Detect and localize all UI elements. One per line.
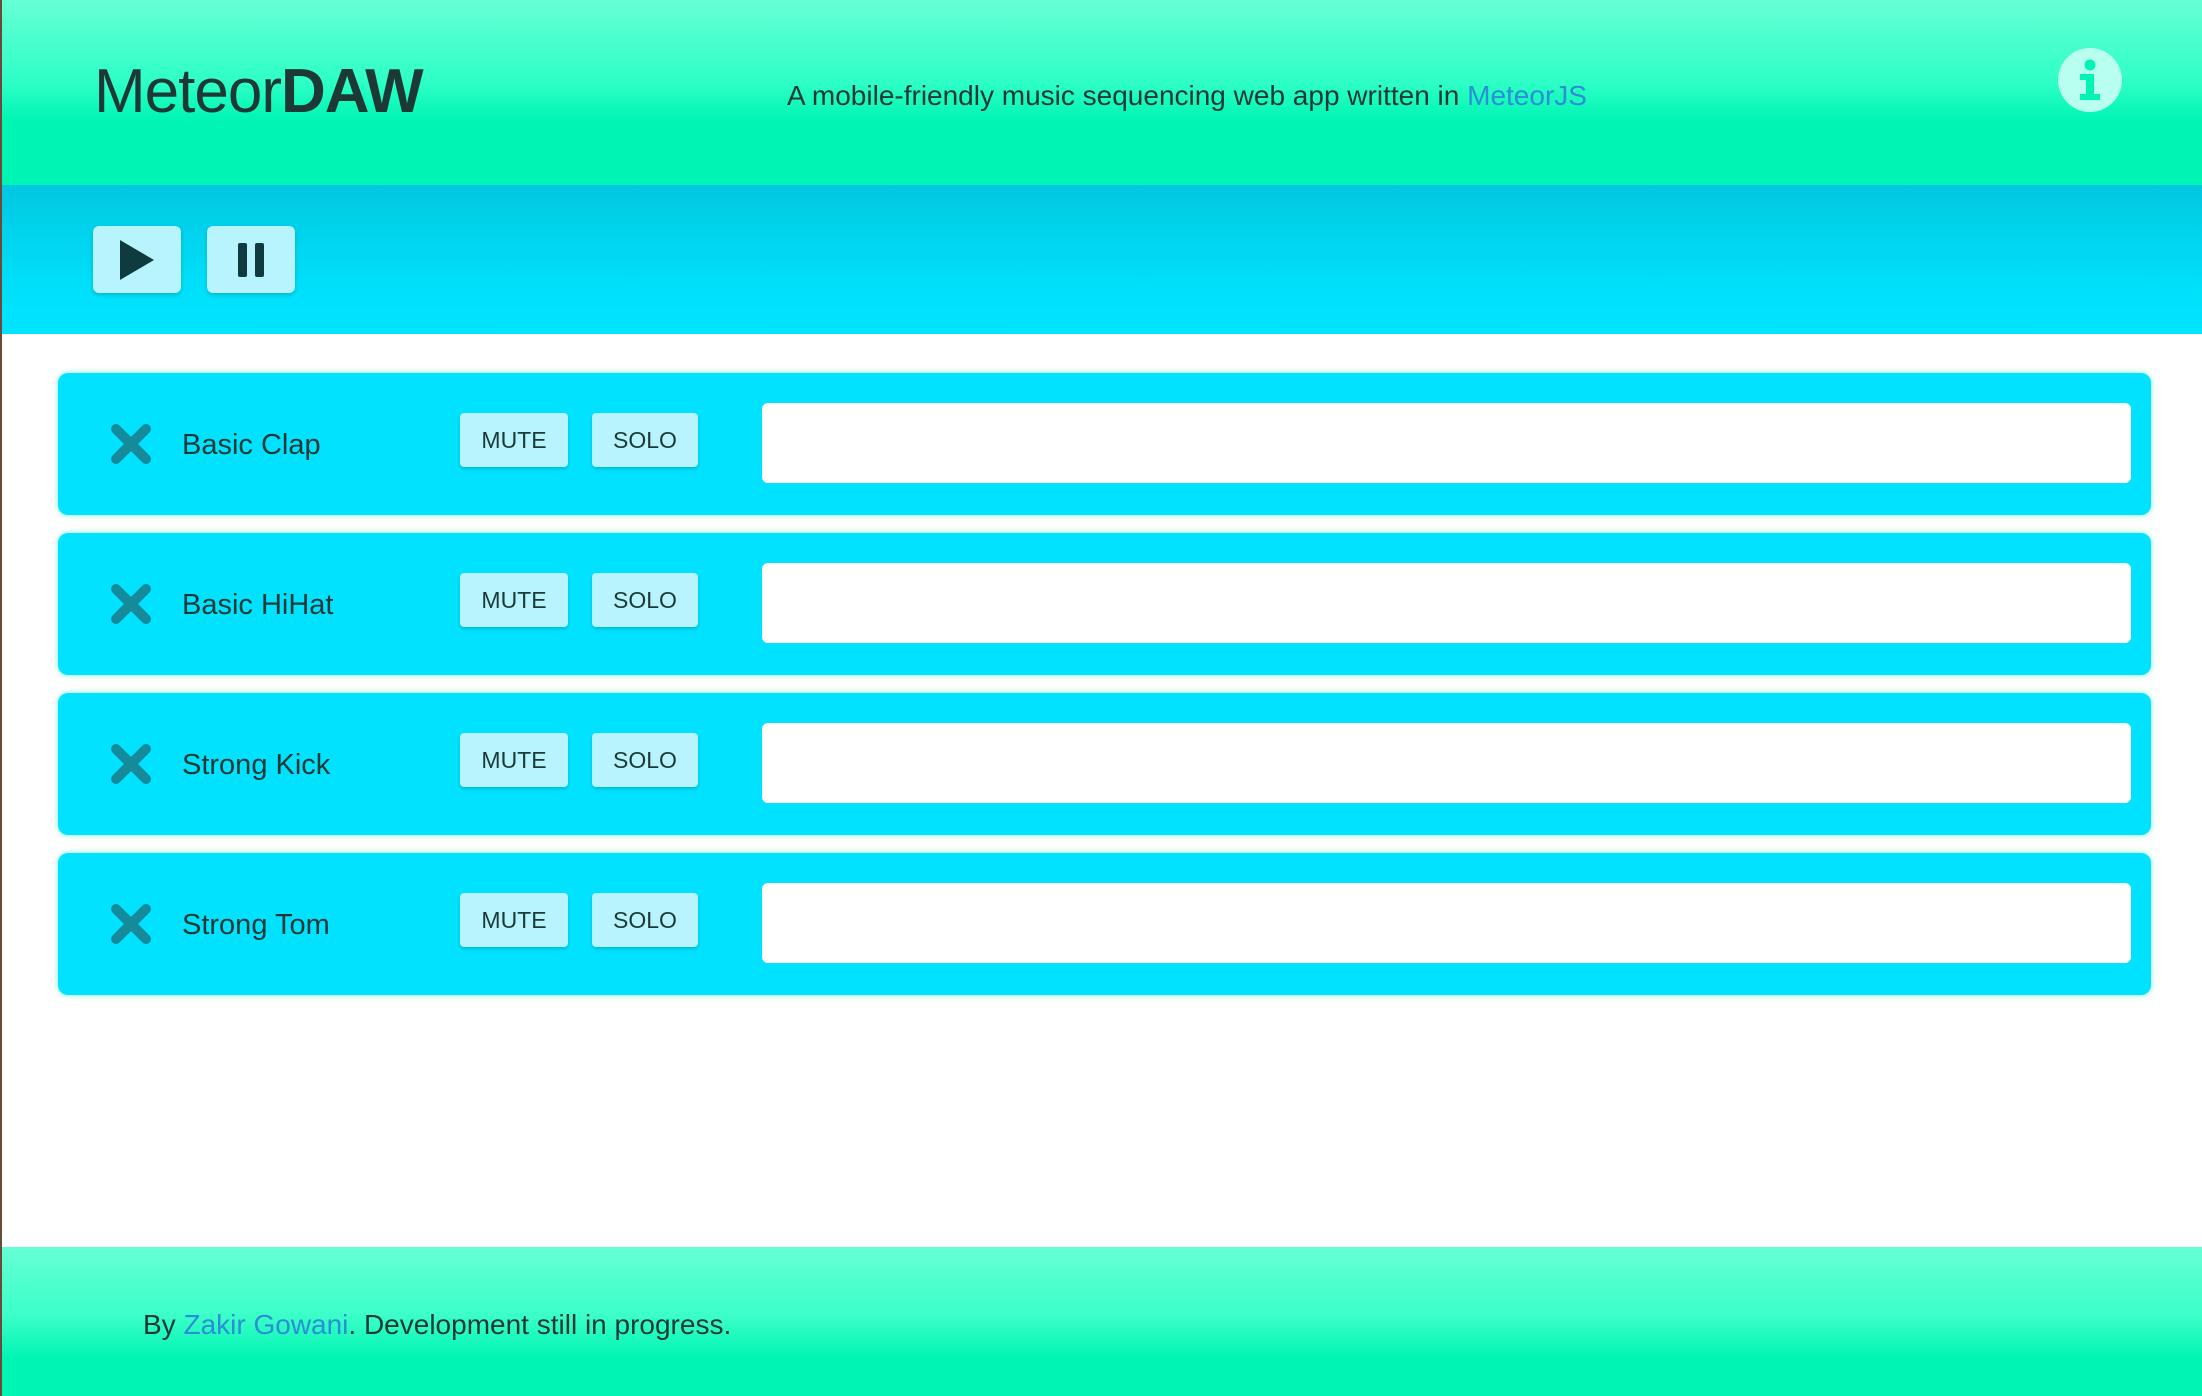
app-page: MeteorDAW A mobile-friendly music sequen… xyxy=(0,0,2202,1396)
mute-button[interactable]: MUTE xyxy=(460,733,568,787)
mute-button[interactable]: MUTE xyxy=(460,893,568,947)
mute-button[interactable]: MUTE xyxy=(460,413,568,467)
pattern-area[interactable] xyxy=(762,883,2131,963)
track-name: Basic HiHat xyxy=(182,589,334,621)
app-logo: MeteorDAW xyxy=(94,56,424,127)
solo-button[interactable]: SOLO xyxy=(592,733,698,787)
solo-button[interactable]: SOLO xyxy=(592,573,698,627)
tagline: A mobile-friendly music sequencing web a… xyxy=(787,80,1587,112)
solo-button[interactable]: SOLO xyxy=(592,893,698,947)
pattern-area[interactable] xyxy=(762,403,2131,483)
pattern-area[interactable] xyxy=(762,723,2131,803)
meteorjs-link[interactable]: MeteorJS xyxy=(1467,80,1587,111)
remove-track-icon[interactable] xyxy=(110,583,152,625)
mute-button[interactable]: MUTE xyxy=(460,573,568,627)
header: MeteorDAW A mobile-friendly music sequen… xyxy=(2,0,2202,185)
pattern-area[interactable] xyxy=(762,563,2131,643)
remove-track-icon[interactable] xyxy=(110,903,152,945)
pause-icon xyxy=(238,242,264,277)
footer-prefix: By xyxy=(143,1309,184,1340)
transport-bar xyxy=(2,185,2202,334)
author-link[interactable]: Zakir Gowani xyxy=(183,1309,348,1340)
brand-light: Meteor xyxy=(94,57,282,126)
track-name: Strong Tom xyxy=(182,909,330,941)
pause-button[interactable] xyxy=(207,226,295,293)
info-icon[interactable] xyxy=(2058,48,2122,112)
track-list: Basic Clap MUTE SOLO Basic HiHat MUTE SO… xyxy=(58,373,2151,1013)
tagline-text: A mobile-friendly music sequencing web a… xyxy=(787,80,1468,111)
footer-credit: By Zakir Gowani. Development still in pr… xyxy=(143,1309,731,1341)
footer-suffix: . Development still in progress. xyxy=(348,1309,732,1340)
track-row: Strong Tom MUTE SOLO xyxy=(58,853,2151,995)
play-icon xyxy=(120,239,154,280)
track-name: Basic Clap xyxy=(182,429,321,461)
footer: By Zakir Gowani. Development still in pr… xyxy=(2,1247,2202,1396)
track-name: Strong Kick xyxy=(182,749,331,781)
solo-button[interactable]: SOLO xyxy=(592,413,698,467)
track-row: Basic HiHat MUTE SOLO xyxy=(58,533,2151,675)
remove-track-icon[interactable] xyxy=(110,743,152,785)
track-row: Strong Kick MUTE SOLO xyxy=(58,693,2151,835)
play-button[interactable] xyxy=(93,226,181,293)
remove-track-icon[interactable] xyxy=(110,423,152,465)
track-row: Basic Clap MUTE SOLO xyxy=(58,373,2151,515)
brand-bold: DAW xyxy=(280,57,424,126)
